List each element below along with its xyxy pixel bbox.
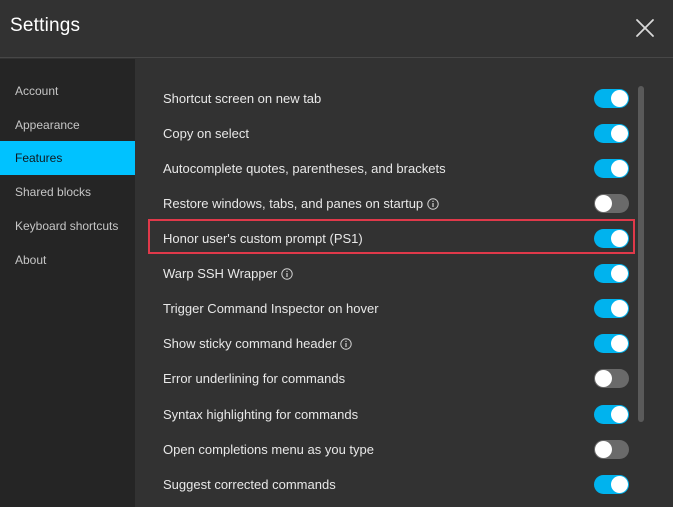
toggle-knob: [611, 125, 628, 142]
setting-label: Warp SSH Wrapper: [163, 266, 278, 281]
error-underlining-toggle[interactable]: [594, 369, 629, 388]
warp-ssh-wrapper-toggle[interactable]: [594, 264, 629, 283]
completions-menu-toggle[interactable]: [594, 440, 629, 459]
features-panel: Shortcut screen on new tab Copy on selec…: [135, 59, 673, 507]
toggle-knob: [611, 230, 628, 247]
toggle-knob: [611, 335, 628, 352]
sidebar-item-account[interactable]: Account: [0, 74, 135, 108]
setting-row: Autocomplete quotes, parentheses, and br…: [135, 151, 630, 186]
setting-row: Show sticky command header: [135, 326, 630, 361]
setting-row: Restore windows, tabs, and panes on star…: [135, 186, 630, 221]
page-title: Settings: [10, 15, 81, 36]
setting-row: Warp SSH Wrapper: [135, 256, 630, 291]
sidebar-item-keyboard-shortcuts[interactable]: Keyboard shortcuts: [0, 209, 135, 243]
toggle-knob: [595, 370, 612, 387]
toggle-knob: [595, 195, 612, 212]
sidebar-item-about[interactable]: About: [0, 243, 135, 277]
settings-header: Settings: [0, 0, 673, 58]
info-icon[interactable]: [427, 197, 439, 210]
honor-custom-prompt-toggle[interactable]: [594, 229, 629, 248]
setting-label: Trigger Command Inspector on hover: [163, 301, 379, 316]
toggle-knob: [595, 441, 612, 458]
setting-label: Restore windows, tabs, and panes on star…: [163, 196, 424, 211]
close-button[interactable]: [633, 16, 657, 40]
autocomplete-quotes-toggle[interactable]: [594, 159, 629, 178]
settings-sidebar: Account Appearance Features Shared block…: [0, 59, 135, 507]
setting-row: Syntax highlighting for commands: [135, 397, 630, 432]
setting-label: Syntax highlighting for commands: [163, 407, 359, 422]
setting-label: Copy on select: [163, 126, 249, 141]
setting-label: Autocomplete quotes, parentheses, and br…: [163, 161, 446, 176]
info-icon[interactable]: [281, 267, 293, 280]
setting-label: Suggest corrected commands: [163, 477, 336, 492]
sidebar-item-appearance[interactable]: Appearance: [0, 108, 135, 142]
setting-row: Suggest corrected commands: [135, 467, 630, 502]
suggest-corrections-toggle[interactable]: [594, 475, 629, 494]
settings-window: Settings Account Appearance Features Sha…: [0, 0, 673, 507]
sidebar-item-shared-blocks[interactable]: Shared blocks: [0, 175, 135, 209]
setting-row: Copy on select: [135, 116, 630, 151]
setting-label: Honor user's custom prompt (PS1): [163, 231, 363, 246]
setting-row: Trigger Command Inspector on hover: [135, 291, 630, 326]
shortcut-screen-toggle[interactable]: [594, 89, 629, 108]
setting-label: Shortcut screen on new tab: [163, 91, 322, 106]
setting-label: Error underlining for commands: [163, 371, 346, 386]
setting-label: Show sticky command header: [163, 336, 337, 351]
setting-row: Honor user's custom prompt (PS1): [135, 221, 630, 256]
toggle-knob: [611, 160, 628, 177]
sticky-command-header-toggle[interactable]: [594, 334, 629, 353]
toggle-knob: [611, 406, 628, 423]
command-inspector-toggle[interactable]: [594, 299, 629, 318]
setting-row: Open completions menu as you type: [135, 432, 630, 467]
scrollbar[interactable]: [638, 86, 644, 422]
syntax-highlighting-toggle[interactable]: [594, 405, 629, 424]
setting-row: Shortcut screen on new tab: [135, 81, 630, 116]
toggle-knob: [611, 476, 628, 493]
restore-windows-toggle[interactable]: [594, 194, 629, 213]
setting-row: Error underlining for commands: [135, 361, 630, 396]
close-icon: [636, 19, 654, 37]
copy-on-select-toggle[interactable]: [594, 124, 629, 143]
sidebar-item-features[interactable]: Features: [0, 141, 135, 175]
info-icon[interactable]: [340, 337, 353, 350]
toggle-knob: [611, 265, 628, 282]
toggle-knob: [611, 300, 628, 317]
setting-label: Open completions menu as you type: [163, 442, 375, 457]
toggle-knob: [611, 90, 628, 107]
